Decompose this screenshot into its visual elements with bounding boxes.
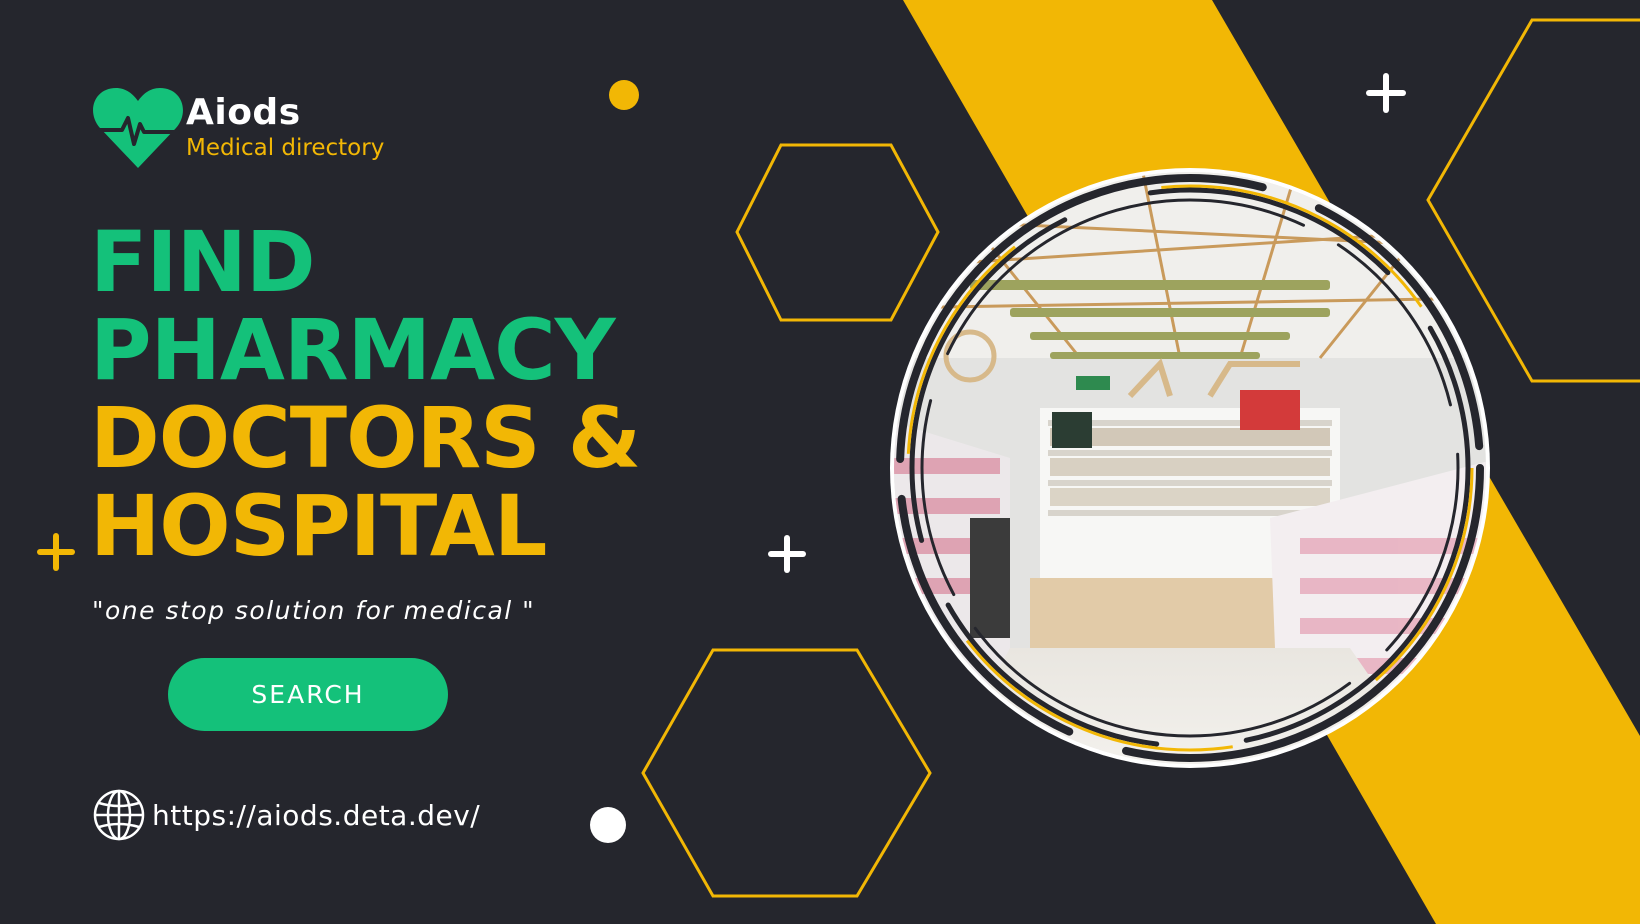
heart-pulse-icon [93, 88, 183, 168]
pharmacy-store-image [890, 168, 1490, 768]
headline-line-doctors: DOCTORS & [90, 389, 641, 487]
tagline: "one stop solution for medical " [92, 596, 536, 625]
yellow-dot [609, 80, 639, 110]
headline: FIND PHARMACY DOCTORS & HOSPITAL [90, 213, 641, 575]
hero-banner: Aiods Medical directory FIND PHARMACY DO… [0, 0, 1640, 924]
plus-icon [768, 535, 806, 573]
website-url[interactable]: https://aiods.deta.dev/ [152, 799, 480, 832]
brand-logo: Aiods Medical directory [92, 84, 384, 170]
plus-icon [1366, 73, 1406, 113]
globe-icon [93, 789, 145, 841]
headline-line-find: FIND [90, 213, 316, 311]
brand-tagline: Medical directory [186, 135, 385, 161]
website-link[interactable]: https://aiods.deta.dev/ [92, 788, 480, 842]
pharmacy-photo [880, 158, 1500, 778]
brand-name: Aiods [186, 92, 301, 133]
headline-line-hospital: HOSPITAL [90, 477, 547, 575]
headline-line-pharmacy: PHARMACY [90, 301, 616, 399]
search-button[interactable]: SEARCH [168, 658, 448, 731]
white-dot [590, 807, 626, 843]
plus-icon [37, 533, 75, 571]
